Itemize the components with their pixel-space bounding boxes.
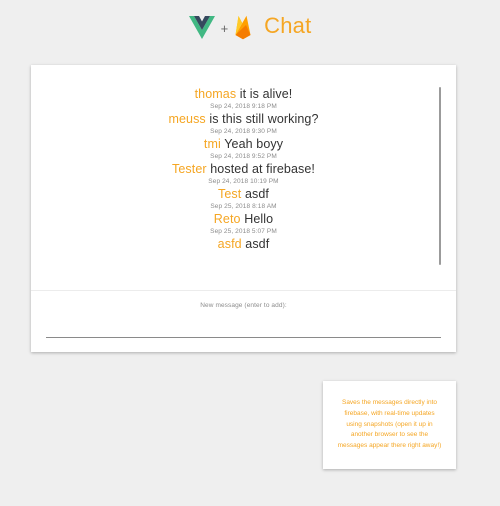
message-text: asdf	[245, 237, 270, 251]
message-line: meuss is this still working?	[31, 113, 456, 126]
message-item: thomas it is alive! Sep 24, 2018 9:18 PM	[31, 88, 456, 110]
vue-logo-icon	[188, 15, 215, 39]
message-timestamp: Sep 24, 2018 9:52 PM	[210, 152, 277, 160]
messages-scrollbar[interactable]	[439, 87, 441, 265]
message-line: Test asdf	[31, 188, 456, 201]
message-username: thomas	[194, 87, 237, 101]
message-text: asdf	[244, 187, 269, 201]
new-message-input[interactable]	[46, 321, 441, 338]
message-item: Test asdf Sep 25, 2018 8:18 AM	[31, 188, 456, 210]
app-header: + Chat	[0, 12, 500, 42]
message-username: Reto	[213, 212, 241, 226]
message-timestamp: Sep 24, 2018 10:19 PM	[208, 177, 279, 185]
page: + Chat thomas it is alive! Sep 24, 2018 9…	[0, 0, 500, 506]
message-timestamp: Sep 24, 2018 9:18 PM	[210, 102, 277, 110]
divider	[31, 290, 456, 291]
message-username: meuss	[168, 112, 206, 126]
message-text: it is alive!	[239, 87, 293, 101]
message-line: tmi Yeah boyy	[31, 138, 456, 151]
new-message-label: New message (enter to add):	[200, 302, 287, 309]
message-line: Tester hosted at firebase!	[31, 163, 456, 176]
message-timestamp: Sep 25, 2018 5:07 PM	[210, 227, 277, 235]
message-line: Reto Hello	[31, 213, 456, 226]
app-title: Chat	[264, 13, 312, 38]
message-item: tmi Yeah boyy Sep 24, 2018 9:52 PM	[31, 138, 456, 160]
firebase-logo-icon	[234, 15, 252, 40]
message-item: meuss is this still working? Sep 24, 2018…	[31, 113, 456, 135]
message-username: Tester	[172, 162, 207, 176]
message-item: Reto Hello Sep 25, 2018 5:07 PM	[31, 213, 456, 235]
message-text: Hello	[244, 212, 274, 226]
message-line: thomas it is alive!	[31, 88, 456, 101]
message-username: asfd	[217, 237, 242, 251]
messages-list[interactable]: thomas it is alive! Sep 24, 2018 9:18 PM m…	[31, 65, 456, 266]
message-text: Yeah boyy	[224, 137, 284, 151]
message-username: Test	[218, 187, 242, 201]
message-timestamp: Sep 25, 2018 8:18 AM	[210, 202, 277, 210]
message-text: is this still working?	[209, 112, 319, 126]
message-line: asfd asdf	[31, 238, 456, 251]
message-item: asfd asdf	[31, 238, 456, 251]
info-text: Saves the messages directly into firebas…	[337, 399, 442, 450]
message-item: Tester hosted at firebase! Sep 24, 2018 1…	[31, 163, 456, 185]
message-text: hosted at firebase!	[210, 162, 315, 176]
plus-sign: +	[220, 20, 229, 36]
chat-card: thomas it is alive! Sep 24, 2018 9:18 PM m…	[31, 65, 456, 352]
message-username: tmi	[203, 137, 221, 151]
message-timestamp: Sep 24, 2018 9:30 PM	[210, 127, 277, 135]
info-card: Saves the messages directly into firebas…	[323, 381, 456, 469]
